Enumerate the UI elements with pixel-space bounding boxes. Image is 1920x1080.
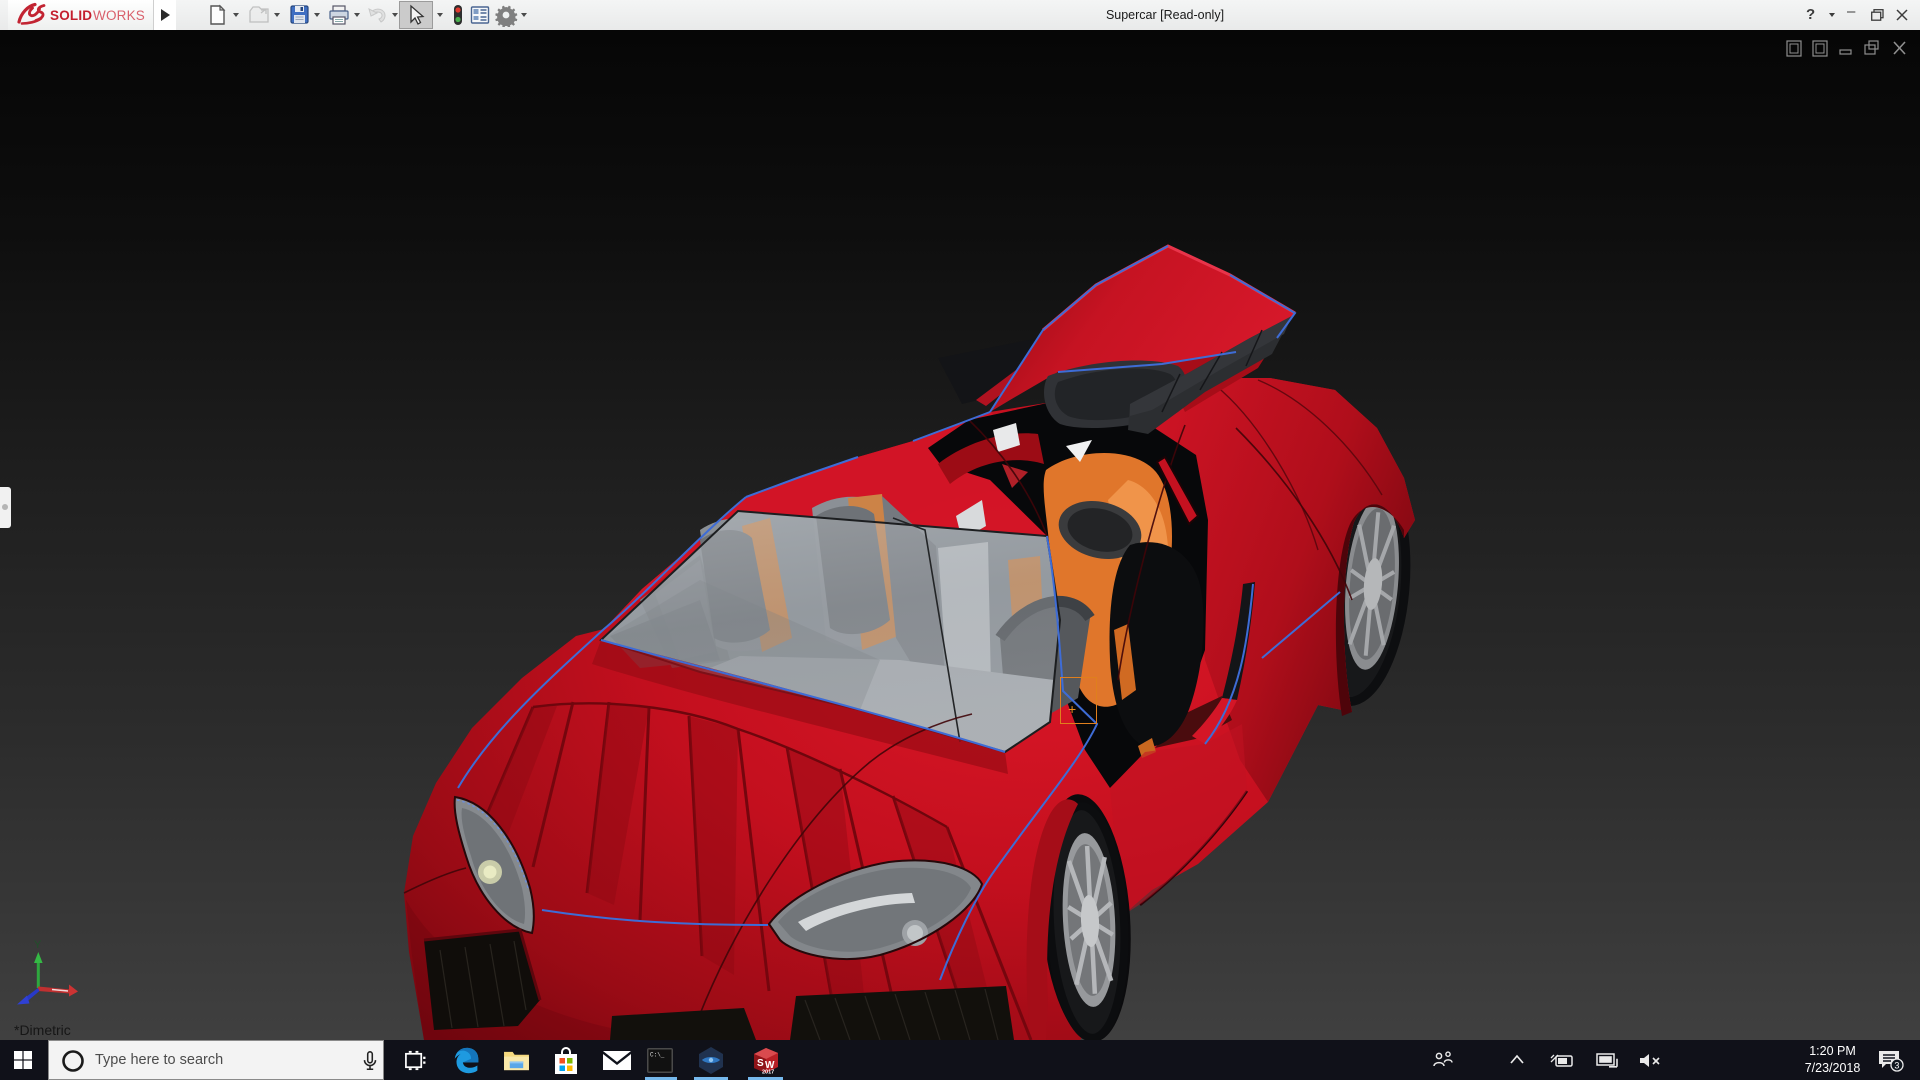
svg-text:Y: Y <box>34 939 42 951</box>
svg-text:SOLID: SOLID <box>50 8 92 23</box>
svg-text:S: S <box>757 1058 764 1069</box>
svg-text:3: 3 <box>1894 1061 1899 1071</box>
svg-text:2017: 2017 <box>762 1070 774 1076</box>
svg-text:WORKS: WORKS <box>93 8 145 23</box>
svg-text:C:\_: C:\_ <box>650 1052 665 1059</box>
